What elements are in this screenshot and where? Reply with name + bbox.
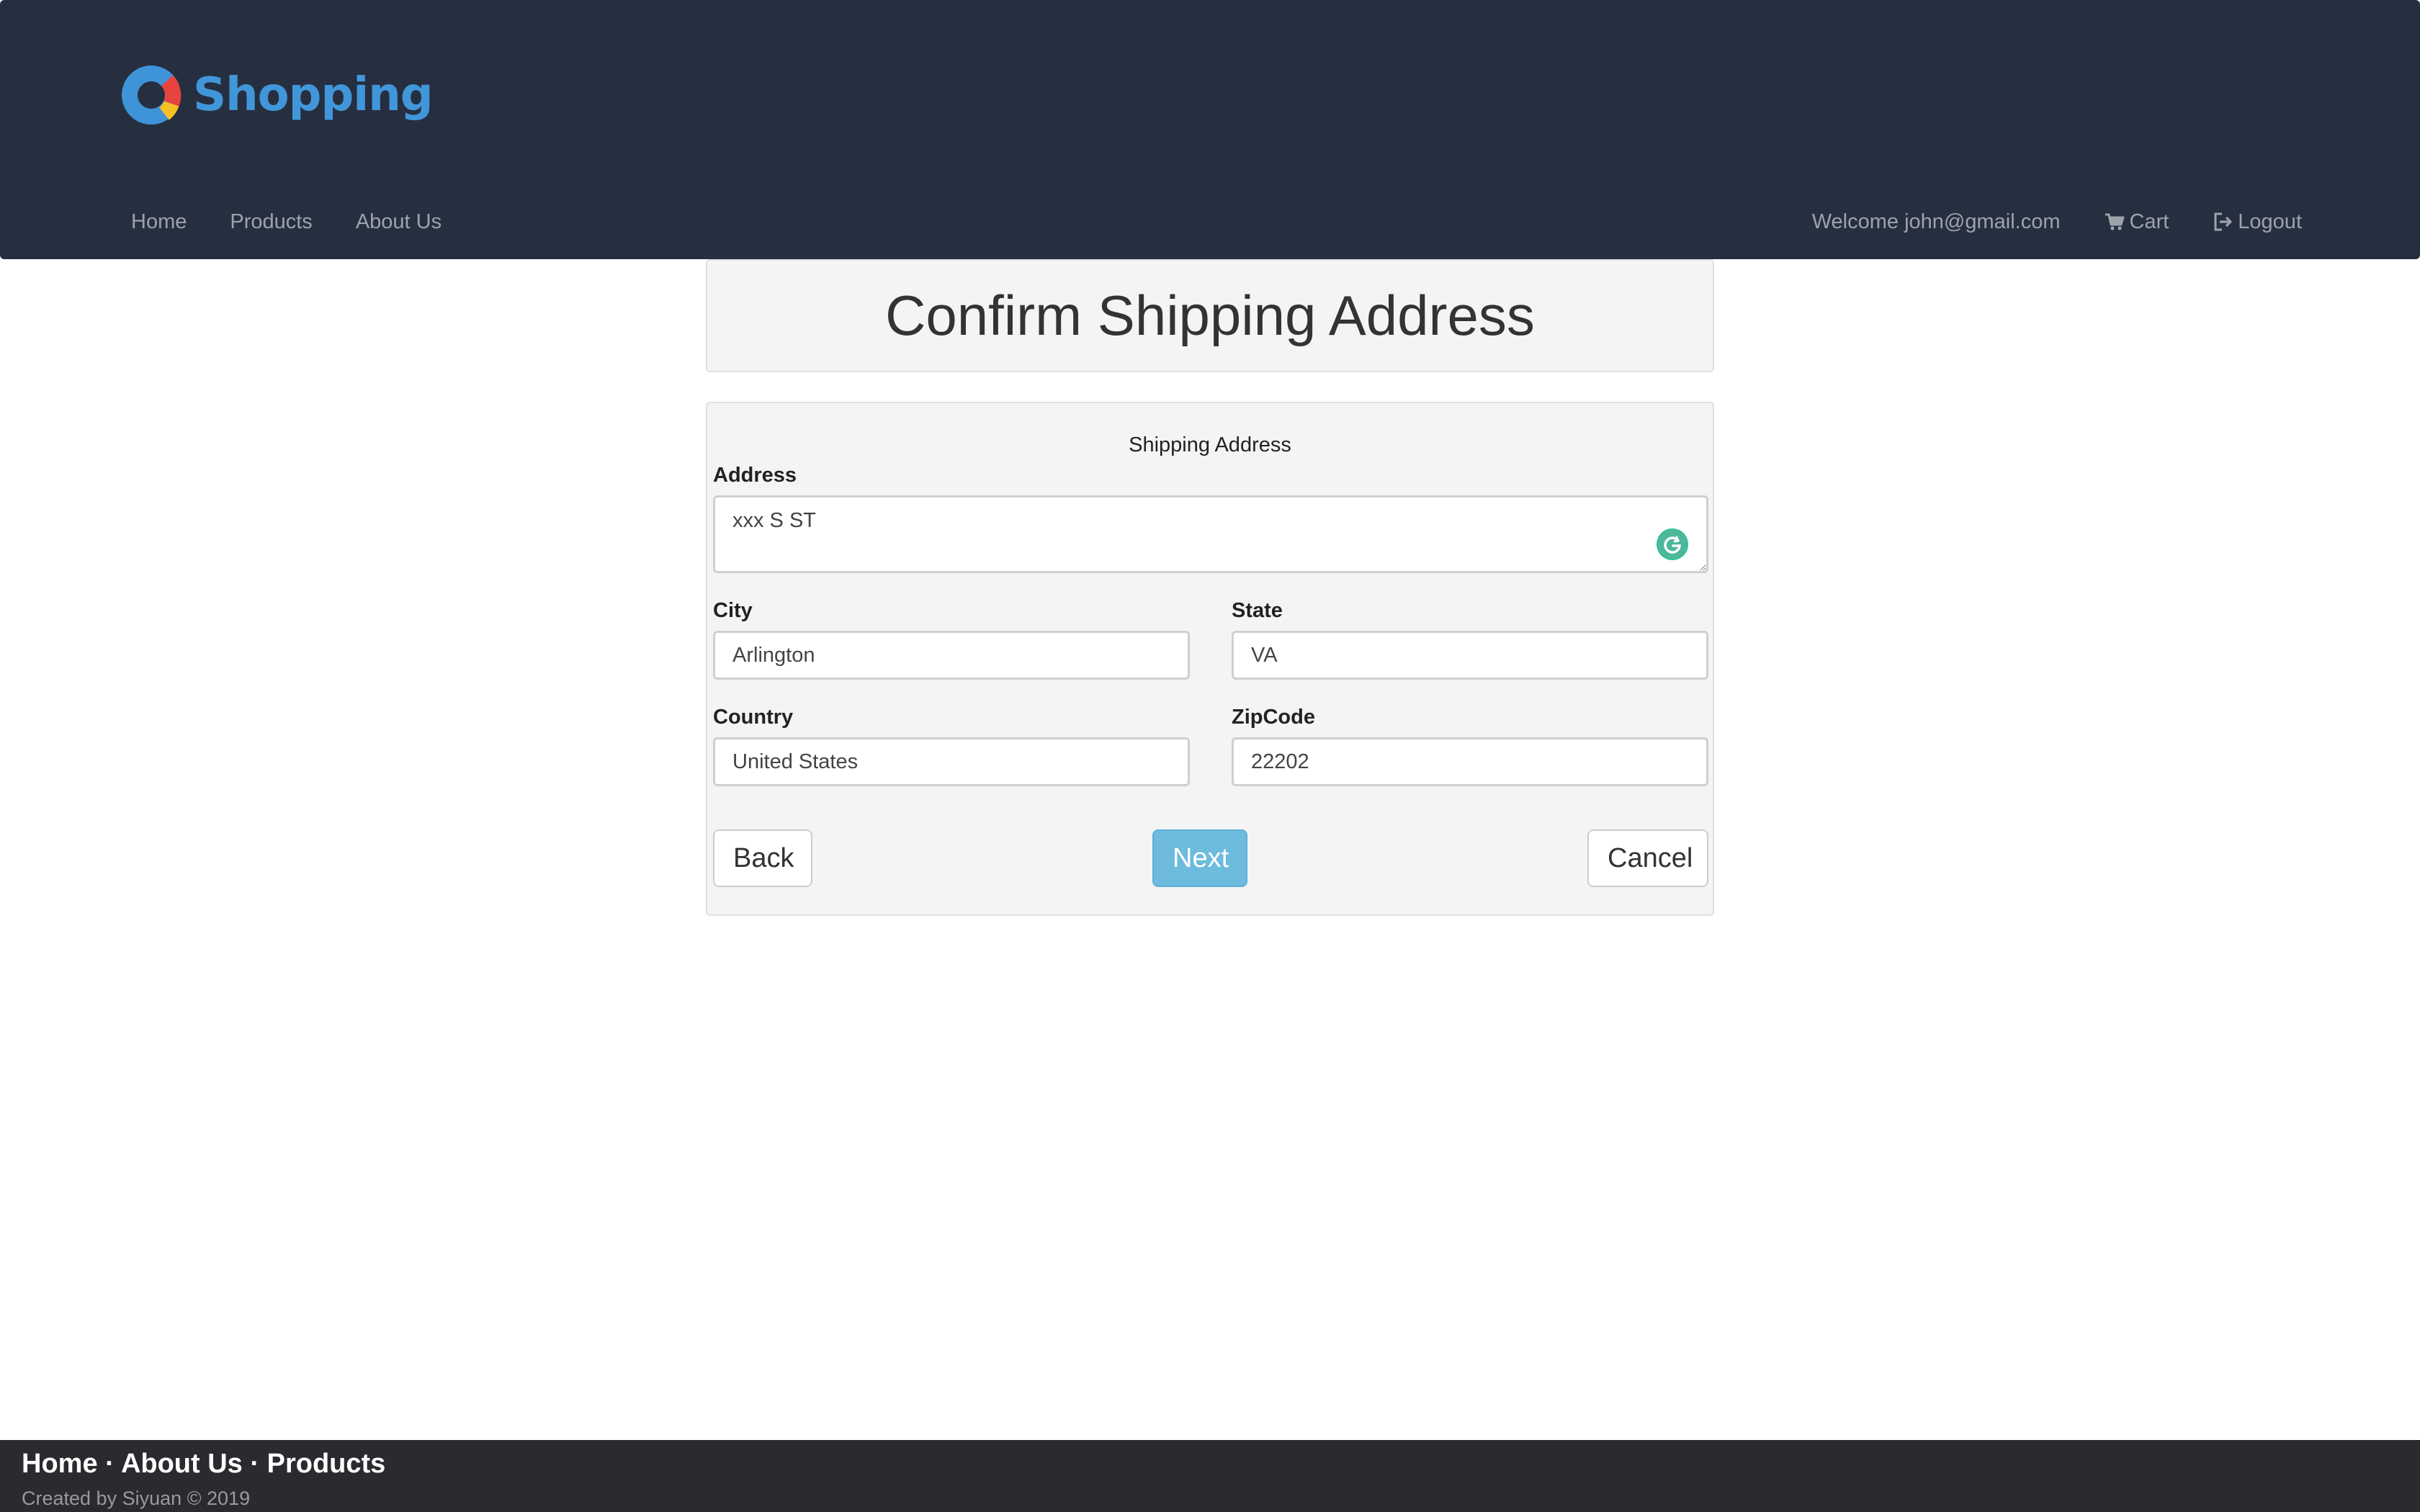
cart-label: Cart bbox=[2129, 210, 2169, 233]
logout-link[interactable]: Logout bbox=[2190, 210, 2323, 234]
welcome-message: Welcome john@gmail.com bbox=[1811, 210, 2061, 233]
shipping-address-form: Shipping Address Address xxx S ST City S… bbox=[706, 402, 1714, 916]
form-caption: Shipping Address bbox=[1129, 433, 1291, 456]
back-button[interactable]: Back bbox=[713, 829, 812, 887]
donut-logo-icon bbox=[122, 66, 182, 125]
cart-link[interactable]: Cart bbox=[2082, 210, 2191, 234]
footer-links: Home · About Us · Products bbox=[22, 1449, 385, 1480]
footer-separator: · bbox=[97, 1449, 121, 1479]
footer-separator: · bbox=[242, 1449, 267, 1479]
city-label: City bbox=[713, 599, 753, 622]
brand-link[interactable]: Shopping bbox=[121, 65, 434, 125]
main-nav: Home Products About Us bbox=[109, 194, 463, 249]
nav-about-us-link[interactable]: About Us bbox=[334, 210, 463, 234]
footer-products-link[interactable]: Products bbox=[267, 1449, 386, 1479]
page-title-panel: Confirm Shipping Address bbox=[706, 259, 1714, 372]
cancel-button[interactable]: Cancel bbox=[1587, 829, 1708, 887]
country-label: Country bbox=[713, 706, 794, 729]
zipcode-field[interactable] bbox=[1232, 737, 1708, 786]
nav-home-link[interactable]: Home bbox=[109, 210, 208, 234]
footer-about-us-link[interactable]: About Us bbox=[121, 1449, 243, 1479]
city-field[interactable] bbox=[713, 631, 1190, 680]
logout-icon bbox=[2214, 212, 2232, 231]
country-field[interactable] bbox=[713, 737, 1190, 786]
shopping-cart-icon bbox=[2105, 213, 2124, 230]
grammarly-icon[interactable] bbox=[1657, 528, 1688, 560]
state-field[interactable] bbox=[1232, 631, 1708, 680]
page-footer: Home · About Us · Products Created by Si… bbox=[0, 1440, 2420, 1512]
brand-name: Shopping bbox=[193, 68, 434, 122]
footer-credit: Created by Siyuan © 2019 bbox=[22, 1488, 251, 1509]
user-nav: Welcome john@gmail.com Cart Logout bbox=[1791, 194, 2323, 249]
nav-products-link[interactable]: Products bbox=[208, 210, 333, 234]
address-label: Address bbox=[713, 464, 797, 487]
page-title: Confirm Shipping Address bbox=[885, 284, 1535, 347]
zipcode-label: ZipCode bbox=[1232, 706, 1315, 729]
logout-label: Logout bbox=[2238, 210, 2302, 233]
top-navbar: Shopping Home Products About Us Welcome … bbox=[0, 0, 2420, 259]
state-label: State bbox=[1232, 599, 1283, 622]
footer-home-link[interactable]: Home bbox=[22, 1449, 98, 1479]
next-button[interactable]: Next bbox=[1152, 829, 1247, 887]
address-field[interactable]: xxx S ST bbox=[713, 495, 1708, 573]
